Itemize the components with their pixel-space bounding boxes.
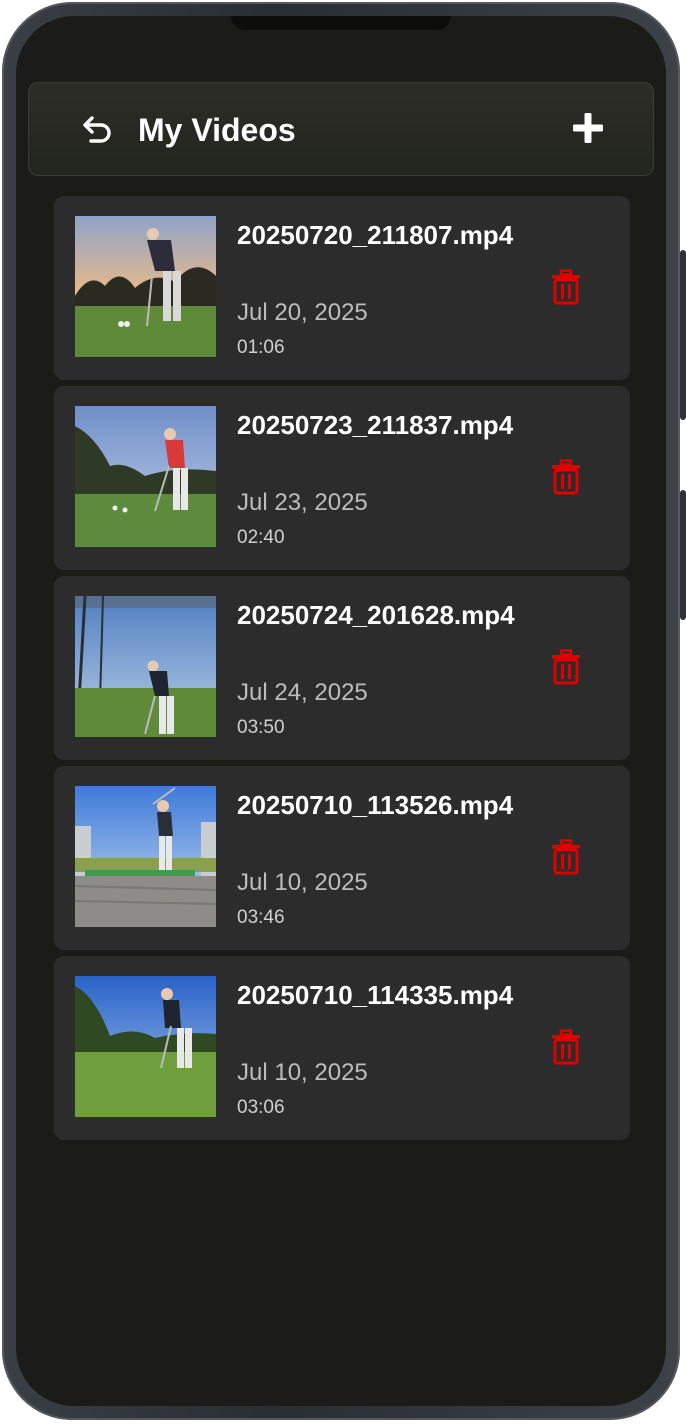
video-date: Jul 10, 2025 [237, 869, 368, 896]
video-list: 20250720_211807.mp4 Jul 20, 2025 01:06 2… [54, 196, 630, 1146]
plus-icon [573, 113, 603, 143]
video-filename: 20250723_211837.mp4 [237, 410, 514, 440]
undo-arrow-icon [83, 116, 111, 143]
video-date: Jul 23, 2025 [237, 489, 368, 516]
video-list-item[interactable]: 20250724_201628.mp4 Jul 24, 2025 03:50 [54, 576, 630, 760]
delete-button[interactable] [548, 268, 584, 306]
delete-button[interactable] [548, 458, 584, 496]
volume-button [680, 250, 686, 420]
video-filename: 20250710_113526.mp4 [237, 790, 514, 820]
video-list-item[interactable]: 20250720_211807.mp4 Jul 20, 2025 01:06 [54, 196, 630, 380]
video-duration: 03:06 [237, 1097, 285, 1118]
video-date: Jul 24, 2025 [237, 679, 368, 706]
video-thumbnail[interactable] [75, 976, 216, 1117]
back-button[interactable] [78, 110, 118, 150]
video-list-item[interactable]: 20250723_211837.mp4 Jul 23, 2025 02:40 [54, 386, 630, 570]
video-date: Jul 20, 2025 [237, 299, 368, 326]
video-filename: 20250724_201628.mp4 [237, 600, 515, 630]
add-video-button[interactable] [568, 108, 608, 148]
video-thumbnail[interactable] [75, 596, 216, 737]
phone-frame: My Videos 20250720_211807.mp4 Jul 20, 20… [2, 2, 680, 1420]
delete-button[interactable] [548, 1028, 584, 1066]
video-thumbnail[interactable] [75, 786, 216, 927]
video-date: Jul 10, 2025 [237, 1059, 368, 1086]
app-bar: My Videos [28, 82, 654, 176]
video-filename: 20250720_211807.mp4 [237, 220, 514, 250]
page-title: My Videos [138, 112, 296, 148]
trash-icon [552, 839, 580, 875]
video-duration: 02:40 [237, 527, 285, 548]
video-duration: 03:46 [237, 907, 285, 928]
video-duration: 01:06 [237, 337, 285, 358]
video-list-item[interactable]: 20250710_113526.mp4 Jul 10, 2025 03:46 [54, 766, 630, 950]
video-list-item[interactable]: 20250710_114335.mp4 Jul 10, 2025 03:06 [54, 956, 630, 1140]
delete-button[interactable] [548, 648, 584, 686]
trash-icon [552, 269, 580, 305]
trash-icon [552, 459, 580, 495]
delete-button[interactable] [548, 838, 584, 876]
video-thumbnail[interactable] [75, 406, 216, 547]
trash-icon [552, 649, 580, 685]
screen: My Videos 20250720_211807.mp4 Jul 20, 20… [16, 16, 666, 1406]
video-thumbnail[interactable] [75, 216, 216, 357]
video-duration: 03:50 [237, 717, 285, 738]
power-button [680, 490, 686, 620]
trash-icon [552, 1029, 580, 1065]
video-filename: 20250710_114335.mp4 [237, 980, 514, 1010]
camera-notch [231, 16, 451, 30]
